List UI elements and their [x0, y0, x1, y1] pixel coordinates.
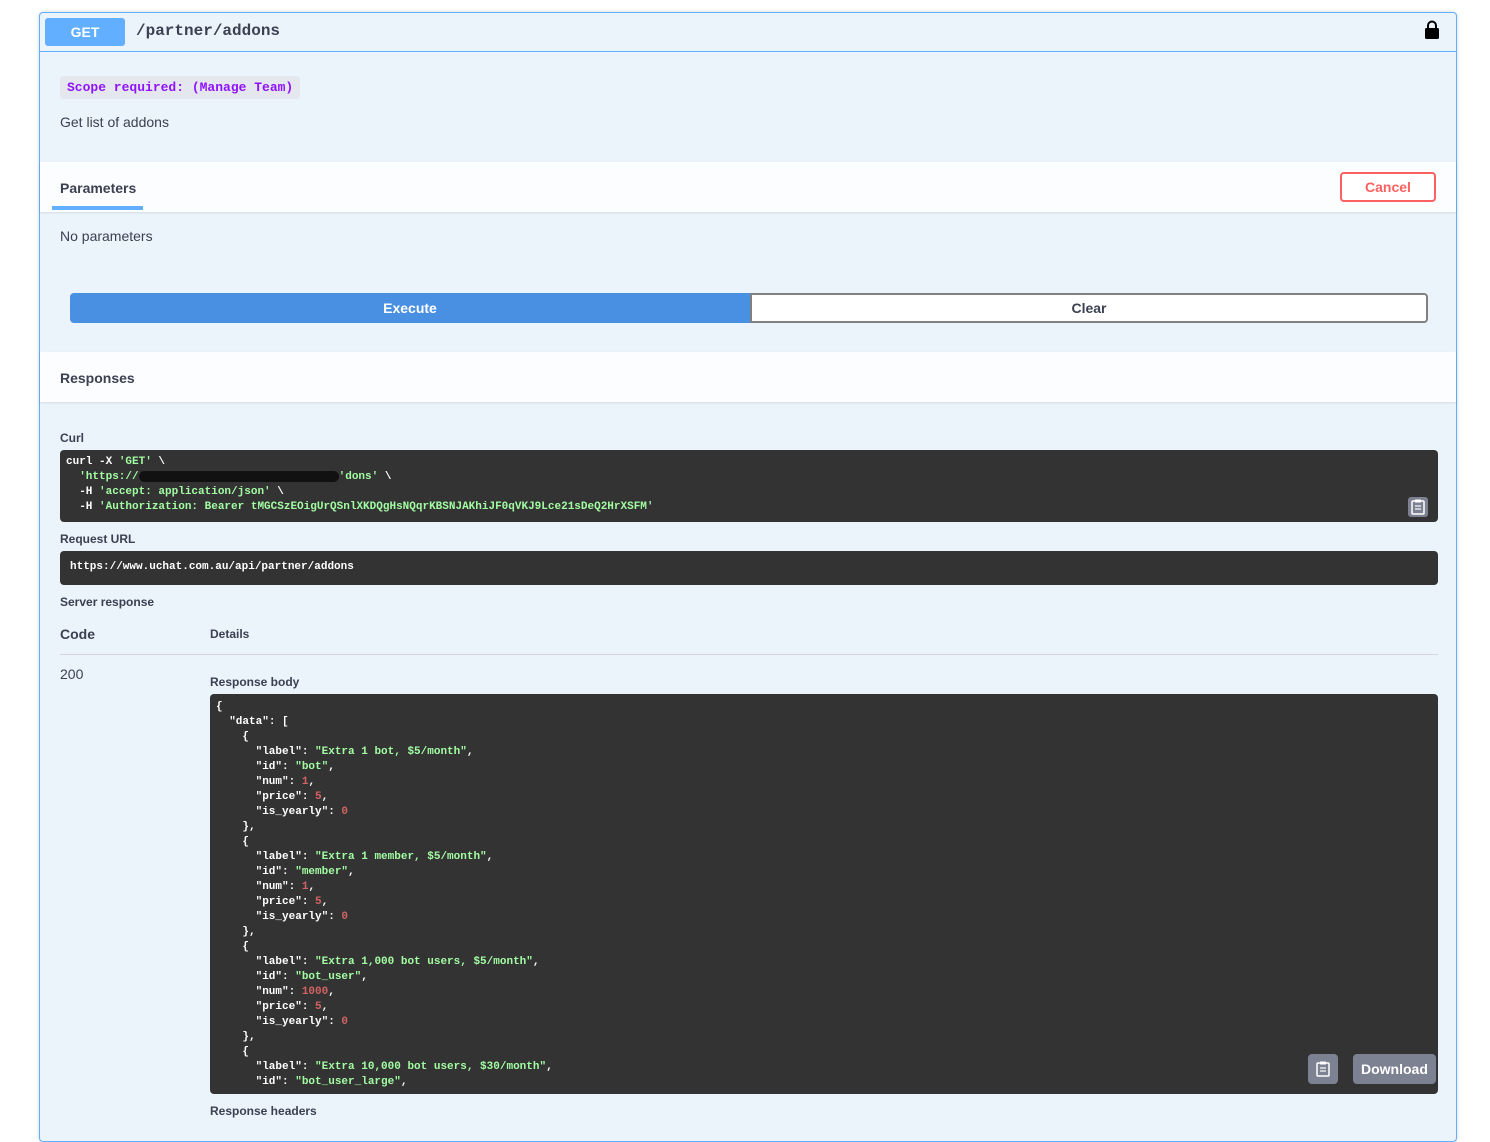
curl-code-block[interactable]: curl -X 'GET' \ 'https:// 'dons' \ -H 'ac… [60, 450, 1438, 522]
cancel-button[interactable]: Cancel [1340, 172, 1436, 202]
curl-continuation: \ [270, 486, 284, 498]
request-url-label: Request URL [60, 532, 136, 546]
no-parameters-text: No parameters [60, 228, 153, 244]
copy-response-button[interactable] [1308, 1054, 1338, 1084]
redaction-mark [138, 470, 339, 482]
curl-header-auth: 'Authorization: Bearer tMGCSzEOigUrQSnlX… [99, 501, 654, 513]
request-url: https://www.uchat.com.au/api/partner/add… [70, 561, 354, 573]
json-value: 5 [315, 1001, 322, 1013]
operation-description: Scope required: (Manage Team) Get list o… [40, 52, 1456, 162]
curl-url-start: 'https:// [79, 471, 139, 483]
scope-badge: Scope required: (Manage Team) [60, 76, 301, 99]
response-body-label: Response body [210, 675, 300, 689]
json-value: 0 [341, 911, 349, 923]
responses-header: Responses [40, 352, 1456, 402]
json-key: "data" [229, 716, 269, 728]
curl-continuation: \ [378, 471, 392, 483]
request-url-block[interactable]: https://www.uchat.com.au/api/partner/add… [60, 551, 1438, 585]
http-method-badge: GET [45, 18, 125, 46]
server-response-label: Server response [60, 595, 155, 609]
curl-continuation: \ [151, 456, 166, 468]
copy-curl-button[interactable] [1408, 497, 1428, 517]
curl-flag: -H [66, 501, 100, 513]
execute-button[interactable]: Execute [70, 293, 750, 323]
json-value: "bot" [295, 761, 329, 773]
curl-method: 'GET' [118, 456, 152, 468]
execute-button-group: Execute Clear [70, 293, 1428, 323]
json-value: 1 [301, 881, 309, 893]
download-button[interactable]: Download [1353, 1054, 1436, 1084]
json-value: "Extra 10,000 bot users, $30/month" [315, 1061, 547, 1073]
curl-url-end: 'dons' [338, 471, 379, 483]
tab-parameters[interactable]: Parameters [60, 180, 136, 196]
json-value: 1000 [301, 986, 329, 998]
json-value: "bot_user_large" [295, 1076, 401, 1088]
endpoint-path: /partner/addons [136, 22, 281, 40]
json-value: "bot_user" [295, 971, 362, 983]
clipboard-icon [1316, 1061, 1330, 1077]
table-divider [60, 654, 1438, 655]
response-headers-label: Response headers [210, 1104, 317, 1118]
json-value: "Extra 1 member, $5/month" [315, 851, 487, 863]
json-value: 5 [315, 896, 322, 908]
json-value: "Extra 1,000 bot users, $5/month" [315, 956, 533, 968]
tab-active-indicator [52, 206, 143, 210]
response-body-block[interactable]: { "data": [ { "label": "Extra 1 bot, $5/… [210, 694, 1438, 1094]
curl-label: Curl [60, 431, 84, 445]
json-value: "Extra 1 bot, $5/month" [315, 746, 467, 758]
clear-button[interactable]: Clear [750, 293, 1428, 323]
json-value: 0 [341, 1016, 349, 1028]
operation-summary[interactable]: GET /partner/addons [40, 13, 1456, 52]
json-value: "member" [295, 866, 349, 878]
responses-title: Responses [60, 370, 135, 386]
curl-header-accept: 'accept: application/json' [99, 486, 271, 498]
operation-block: GET /partner/addons Scope required: (Man… [39, 12, 1457, 1142]
description-text: Get list of addons [60, 114, 169, 130]
parameters-body: No parameters Execute Clear [40, 212, 1456, 352]
column-header-details: Details [210, 627, 250, 641]
column-header-code: Code [60, 626, 95, 642]
clipboard-icon [1411, 499, 1425, 515]
json-value: 5 [315, 791, 322, 803]
json-value: 1 [301, 776, 309, 788]
curl-flag: -H [66, 486, 100, 498]
lock-icon[interactable] [1424, 20, 1440, 40]
curl-text: curl -X [66, 456, 119, 468]
parameters-header: Parameters Cancel [40, 162, 1456, 212]
status-code: 200 [60, 666, 84, 682]
json-value: 0 [341, 806, 349, 818]
